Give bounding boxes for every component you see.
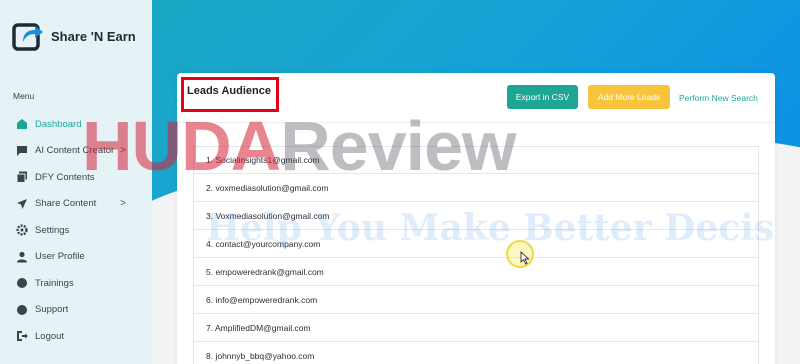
leads-list: 1. Socialinsights1@gmail.com 2. voxmedia… xyxy=(193,146,759,364)
list-item: 6. info@empoweredrank.com xyxy=(193,286,759,314)
sidebar-item-logout[interactable]: Logout xyxy=(0,323,152,350)
brand-name: Share 'N Earn xyxy=(51,28,136,44)
support-icon xyxy=(17,304,27,315)
copy-icon xyxy=(16,171,27,184)
sidebar-item-user-profile[interactable]: User Profile xyxy=(0,244,152,271)
sidebar-item-label: AI Content Creator xyxy=(35,145,115,157)
list-item: 4. contact@yourcompany.com xyxy=(193,230,759,258)
chevron-right-icon: > xyxy=(120,145,126,157)
sidebar-item-share-content[interactable]: Share Content > xyxy=(0,191,152,218)
list-item: 5. empoweredrank@gmail.com xyxy=(193,258,759,286)
export-csv-button[interactable]: Export in CSV xyxy=(507,85,578,109)
sidebar-item-label: Logout xyxy=(35,330,65,342)
sidebar-item-label: DFY Contents xyxy=(35,171,95,183)
card-divider xyxy=(177,122,775,123)
main-content: Leads Audience Export in CSV Add More Le… xyxy=(152,0,800,364)
chevron-right-icon: > xyxy=(120,198,126,210)
gear-icon xyxy=(16,224,28,236)
sidebar-item-label: User Profile xyxy=(35,251,85,263)
home-icon xyxy=(17,119,27,130)
list-item: 1. Socialinsights1@gmail.com xyxy=(193,146,759,174)
sidebar-item-label: Share Content xyxy=(35,198,97,210)
sidebar-item-trainings[interactable]: Trainings xyxy=(0,270,152,297)
list-item: 8. johnnyb_bbq@yahoo.com xyxy=(193,342,759,364)
sidebar-item-dfy-contents[interactable]: DFY Contents xyxy=(0,164,152,191)
send-icon xyxy=(17,198,27,209)
sidebar-nav: Dashboard AI Content Creator > DFY Conte… xyxy=(0,111,152,350)
chat-icon xyxy=(17,145,27,156)
share-logo-icon xyxy=(12,23,43,51)
sidebar-item-label: Support xyxy=(35,304,69,316)
add-more-leads-button[interactable]: Add More Leads xyxy=(588,85,670,109)
user-icon xyxy=(17,251,27,263)
menu-heading: Menu xyxy=(13,91,35,101)
brand-logo[interactable]: Share 'N Earn xyxy=(12,20,136,52)
sidebar: Share 'N Earn Menu Dashboard AI Content … xyxy=(0,0,152,364)
mouse-pointer-icon xyxy=(520,251,530,265)
sidebar-item-ai-content-creator[interactable]: AI Content Creator > xyxy=(0,138,152,165)
list-item: 7. AmplifiedDM@gmail.com xyxy=(193,314,759,342)
sidebar-item-label: Settings xyxy=(35,224,70,236)
sidebar-item-label: Dashboard xyxy=(35,118,82,130)
leads-card: Leads Audience Export in CSV Add More Le… xyxy=(177,73,775,364)
list-item: 3. Voxmediasolution@gmail.com xyxy=(193,202,759,230)
perform-new-search-link[interactable]: Perform New Search xyxy=(679,93,758,103)
list-item: 2. voxmediasolution@gmail.com xyxy=(193,174,759,202)
book-icon xyxy=(17,278,27,289)
logout-icon xyxy=(17,331,28,342)
sidebar-item-dashboard[interactable]: Dashboard xyxy=(0,111,152,138)
card-title: Leads Audience xyxy=(187,85,271,97)
sidebar-item-label: Trainings xyxy=(35,277,74,289)
sidebar-item-support[interactable]: Support xyxy=(0,297,152,324)
sidebar-item-settings[interactable]: Settings xyxy=(0,217,152,244)
